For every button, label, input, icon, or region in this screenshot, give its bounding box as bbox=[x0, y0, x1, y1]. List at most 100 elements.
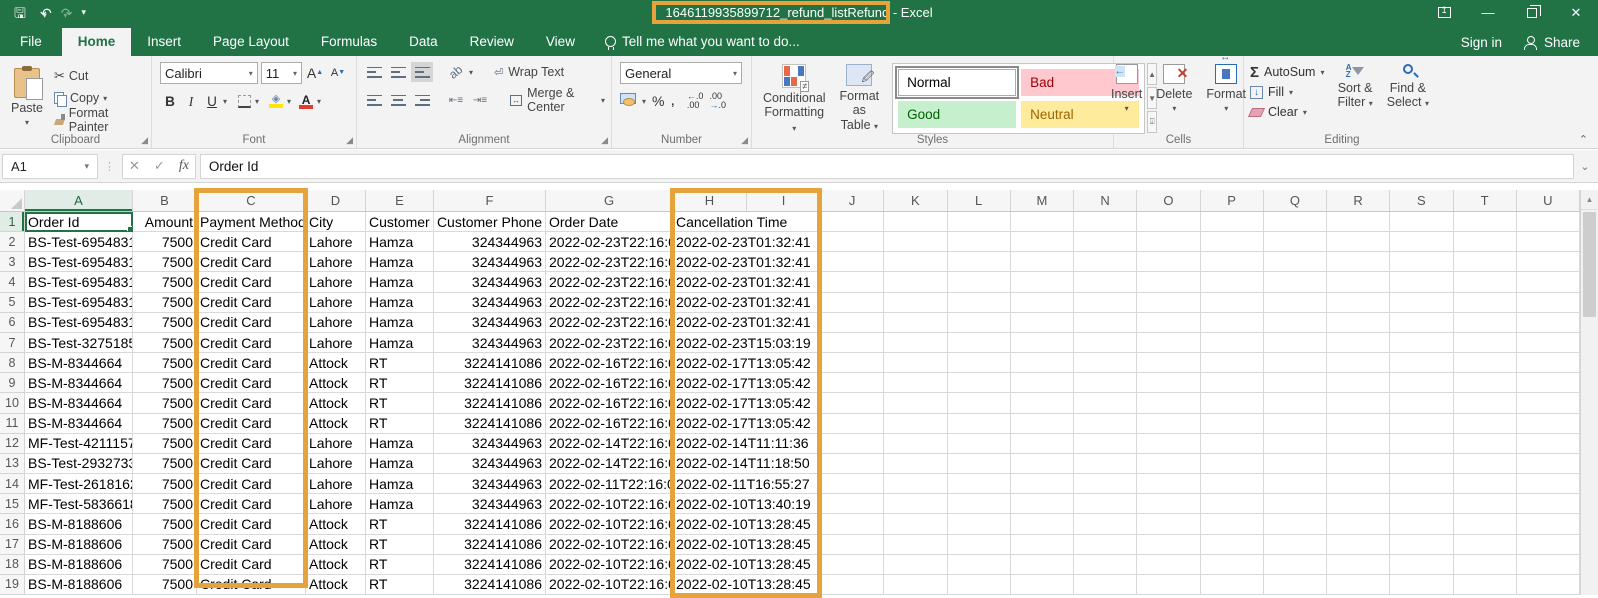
cell-H3[interactable]: 2022-02-23T01:32:41 bbox=[673, 252, 747, 272]
cell-A4[interactable]: BS-Test-6954831 bbox=[25, 272, 133, 292]
decrease-font-icon[interactable]: A▼ bbox=[328, 62, 348, 83]
column-header-F[interactable]: F bbox=[434, 190, 546, 211]
cell-N7[interactable] bbox=[1074, 333, 1137, 353]
cell-F2[interactable]: 324344963 bbox=[434, 232, 546, 252]
cell-D1[interactable]: City bbox=[306, 212, 366, 232]
cell-A13[interactable]: BS-Test-2932733 bbox=[25, 454, 133, 474]
italic-button[interactable]: I bbox=[181, 91, 201, 112]
cell-N11[interactable] bbox=[1074, 414, 1137, 434]
cell-G15[interactable]: 2022-02-10T22:16:06 bbox=[546, 494, 673, 514]
cell-G10[interactable]: 2022-02-16T22:16:06 bbox=[546, 393, 673, 413]
cell-K10[interactable] bbox=[884, 393, 947, 413]
column-header-N[interactable]: N bbox=[1074, 190, 1137, 211]
cell-S8[interactable] bbox=[1390, 353, 1453, 373]
cell-O11[interactable] bbox=[1137, 414, 1200, 434]
cell-O16[interactable] bbox=[1137, 514, 1200, 534]
cell-A2[interactable]: BS-Test-6954831 bbox=[25, 232, 133, 252]
cell-M9[interactable] bbox=[1011, 373, 1074, 393]
cell-B10[interactable]: 7500 bbox=[133, 393, 197, 413]
cell-A11[interactable]: BS-M-8344664 bbox=[25, 414, 133, 434]
undo-icon[interactable]: ↶▾ bbox=[40, 6, 47, 20]
cell-O7[interactable] bbox=[1137, 333, 1200, 353]
cell-R5[interactable] bbox=[1327, 293, 1390, 313]
cell-E4[interactable]: Hamza bbox=[366, 272, 434, 292]
cell-O6[interactable] bbox=[1137, 313, 1200, 333]
cell-D3[interactable]: Lahore bbox=[306, 252, 366, 272]
find-select-button[interactable]: Find &Select ▾ bbox=[1380, 60, 1436, 114]
comma-style-button[interactable]: , bbox=[670, 92, 674, 110]
cell-T4[interactable] bbox=[1454, 272, 1517, 292]
cell-T6[interactable] bbox=[1454, 313, 1517, 333]
cell-D14[interactable]: Lahore bbox=[306, 474, 366, 494]
cell-N10[interactable] bbox=[1074, 393, 1137, 413]
cell-O3[interactable] bbox=[1137, 252, 1200, 272]
cell-U6[interactable] bbox=[1517, 313, 1580, 333]
cell-M18[interactable] bbox=[1011, 555, 1074, 575]
cell-L8[interactable] bbox=[948, 353, 1011, 373]
cell-H1[interactable]: Cancellation Time bbox=[673, 212, 747, 232]
cell-P1[interactable] bbox=[1201, 212, 1264, 232]
cell-C16[interactable]: Credit Card bbox=[197, 514, 306, 534]
cell-style-good[interactable]: Good bbox=[898, 101, 1016, 128]
cell-N9[interactable] bbox=[1074, 373, 1137, 393]
cell-A18[interactable]: BS-M-8188606 bbox=[25, 555, 133, 575]
cell-style-normal[interactable]: Normal bbox=[898, 69, 1016, 96]
row-header-7[interactable]: 7 bbox=[0, 333, 25, 353]
row-header-1[interactable]: 1 bbox=[0, 212, 25, 232]
cell-R4[interactable] bbox=[1327, 272, 1390, 292]
cell-E13[interactable]: Hamza bbox=[366, 454, 434, 474]
row-header-3[interactable]: 3 bbox=[0, 252, 25, 272]
cell-B16[interactable]: 7500 bbox=[133, 514, 197, 534]
cell-L9[interactable] bbox=[948, 373, 1011, 393]
cell-J9[interactable] bbox=[821, 373, 884, 393]
cell-C18[interactable]: Credit Card bbox=[197, 555, 306, 575]
cell-H18[interactable]: 2022-02-10T13:28:45 bbox=[673, 555, 747, 575]
cell-F6[interactable]: 324344963 bbox=[434, 313, 546, 333]
cell-R14[interactable] bbox=[1327, 474, 1390, 494]
cell-U10[interactable] bbox=[1517, 393, 1580, 413]
cell-Q2[interactable] bbox=[1264, 232, 1327, 252]
cell-P15[interactable] bbox=[1201, 494, 1264, 514]
cell-L14[interactable] bbox=[948, 474, 1011, 494]
cell-J17[interactable] bbox=[821, 535, 884, 555]
cell-L5[interactable] bbox=[948, 293, 1011, 313]
cell-H2[interactable]: 2022-02-23T01:32:41 bbox=[673, 232, 747, 252]
row-header-9[interactable]: 9 bbox=[0, 373, 25, 393]
row-header-15[interactable]: 15 bbox=[0, 494, 25, 514]
cell-R2[interactable] bbox=[1327, 232, 1390, 252]
cell-D2[interactable]: Lahore bbox=[306, 232, 366, 252]
cell-L11[interactable] bbox=[948, 414, 1011, 434]
cell-F5[interactable]: 324344963 bbox=[434, 293, 546, 313]
cell-H15[interactable]: 2022-02-10T13:40:19 bbox=[673, 494, 747, 514]
cell-E1[interactable]: Customer bbox=[366, 212, 434, 232]
cell-G4[interactable]: 2022-02-23T22:16:06 bbox=[546, 272, 673, 292]
cell-O10[interactable] bbox=[1137, 393, 1200, 413]
cell-G12[interactable]: 2022-02-14T22:16:06 bbox=[546, 434, 673, 454]
cut-button[interactable]: ✂Cut bbox=[50, 65, 147, 87]
cell-Q9[interactable] bbox=[1264, 373, 1327, 393]
cell-G16[interactable]: 2022-02-10T22:16:06 bbox=[546, 514, 673, 534]
cell-G8[interactable]: 2022-02-16T22:16:06 bbox=[546, 353, 673, 373]
cell-M8[interactable] bbox=[1011, 353, 1074, 373]
column-header-C[interactable]: C bbox=[197, 190, 306, 211]
fill-button[interactable]: ↓Fill▾ bbox=[1248, 82, 1326, 102]
font-dialog-launcher-icon[interactable]: ◢ bbox=[346, 135, 353, 146]
cell-F13[interactable]: 324344963 bbox=[434, 454, 546, 474]
cell-U11[interactable] bbox=[1517, 414, 1580, 434]
cell-B4[interactable]: 7500 bbox=[133, 272, 197, 292]
cell-A14[interactable]: MF-Test-2618162 bbox=[25, 474, 133, 494]
cell-H5[interactable]: 2022-02-23T01:32:41 bbox=[673, 293, 747, 313]
column-header-G[interactable]: G bbox=[546, 190, 673, 211]
cell-J15[interactable] bbox=[821, 494, 884, 514]
cell-K5[interactable] bbox=[884, 293, 947, 313]
cell-T7[interactable] bbox=[1454, 333, 1517, 353]
cell-C17[interactable]: Credit Card bbox=[197, 535, 306, 555]
expand-formula-bar-icon[interactable]: ⌄ bbox=[1578, 160, 1598, 173]
cell-K4[interactable] bbox=[884, 272, 947, 292]
cell-H13[interactable]: 2022-02-14T11:18:50 bbox=[673, 454, 747, 474]
cell-E10[interactable]: RT bbox=[366, 393, 434, 413]
cell-S11[interactable] bbox=[1390, 414, 1453, 434]
cell-C2[interactable]: Credit Card bbox=[197, 232, 306, 252]
cell-N3[interactable] bbox=[1074, 252, 1137, 272]
cell-R18[interactable] bbox=[1327, 555, 1390, 575]
